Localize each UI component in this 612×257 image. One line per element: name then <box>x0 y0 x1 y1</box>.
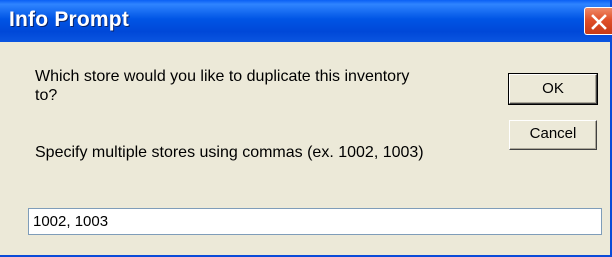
prompt-hint: Specify multiple stores using commas (ex… <box>35 144 424 161</box>
info-prompt-dialog: Info Prompt Which store would you like t… <box>0 0 612 257</box>
title-bar[interactable]: Info Prompt <box>0 0 612 42</box>
store-input-field[interactable] <box>28 208 602 235</box>
close-button[interactable] <box>584 7 612 35</box>
cancel-button[interactable]: Cancel <box>509 120 597 150</box>
close-x-icon <box>591 14 607 30</box>
ok-button[interactable]: OK <box>508 73 598 105</box>
prompt-question: Which store would you like to duplicate … <box>35 68 410 104</box>
dialog-title: Info Prompt <box>9 8 130 31</box>
